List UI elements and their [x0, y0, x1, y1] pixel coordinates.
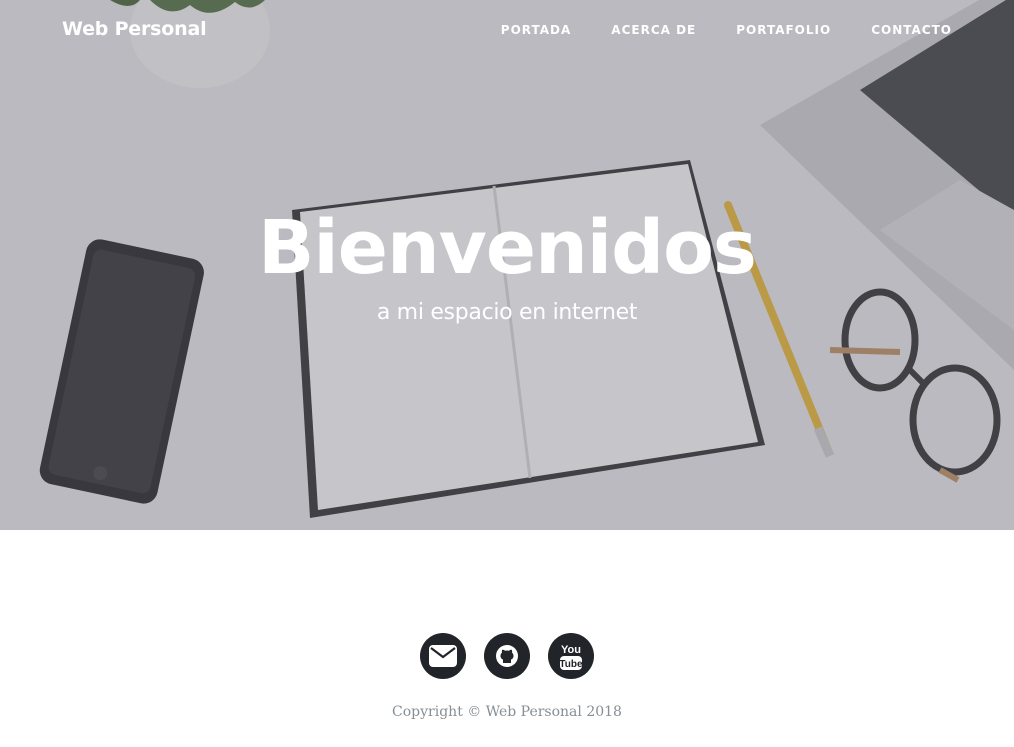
hero-title: Bienvenidos [258, 205, 757, 291]
email-button[interactable] [420, 633, 466, 679]
nav-link-contacto[interactable]: CONTACTO [871, 23, 952, 37]
github-button[interactable] [484, 633, 530, 679]
youtube-label-top: You [561, 644, 581, 656]
hero-subtitle: a mi espacio en internet [376, 300, 638, 325]
nav-links: PORTADA ACERCA DE PORTAFOLIO CONTACTO [501, 23, 952, 37]
top-navbar: Web Personal PORTADA ACERCA DE PORTAFOLI… [0, 0, 1014, 62]
footer: You Tube Copyright © Web Personal 2018 [0, 530, 1014, 747]
youtube-button[interactable]: You Tube [548, 633, 594, 679]
brand-link[interactable]: Web Personal [62, 18, 207, 40]
nav-link-portafolio[interactable]: PORTAFOLIO [736, 23, 831, 37]
copyright-text: Copyright © Web Personal 2018 [392, 704, 622, 720]
youtube-label-bottom: Tube [559, 659, 583, 670]
nav-link-acerca-de[interactable]: ACERCA DE [611, 23, 696, 37]
nav-link-portada[interactable]: PORTADA [501, 23, 572, 37]
github-icon [496, 645, 518, 667]
envelope-icon [429, 645, 457, 667]
hero-heading-block: Bienvenidos a mi espacio en internet [0, 200, 1014, 325]
social-links: You Tube [0, 633, 1014, 679]
hero-section: Web Personal PORTADA ACERCA DE PORTAFOLI… [0, 0, 1014, 530]
youtube-icon: You Tube [559, 644, 583, 670]
